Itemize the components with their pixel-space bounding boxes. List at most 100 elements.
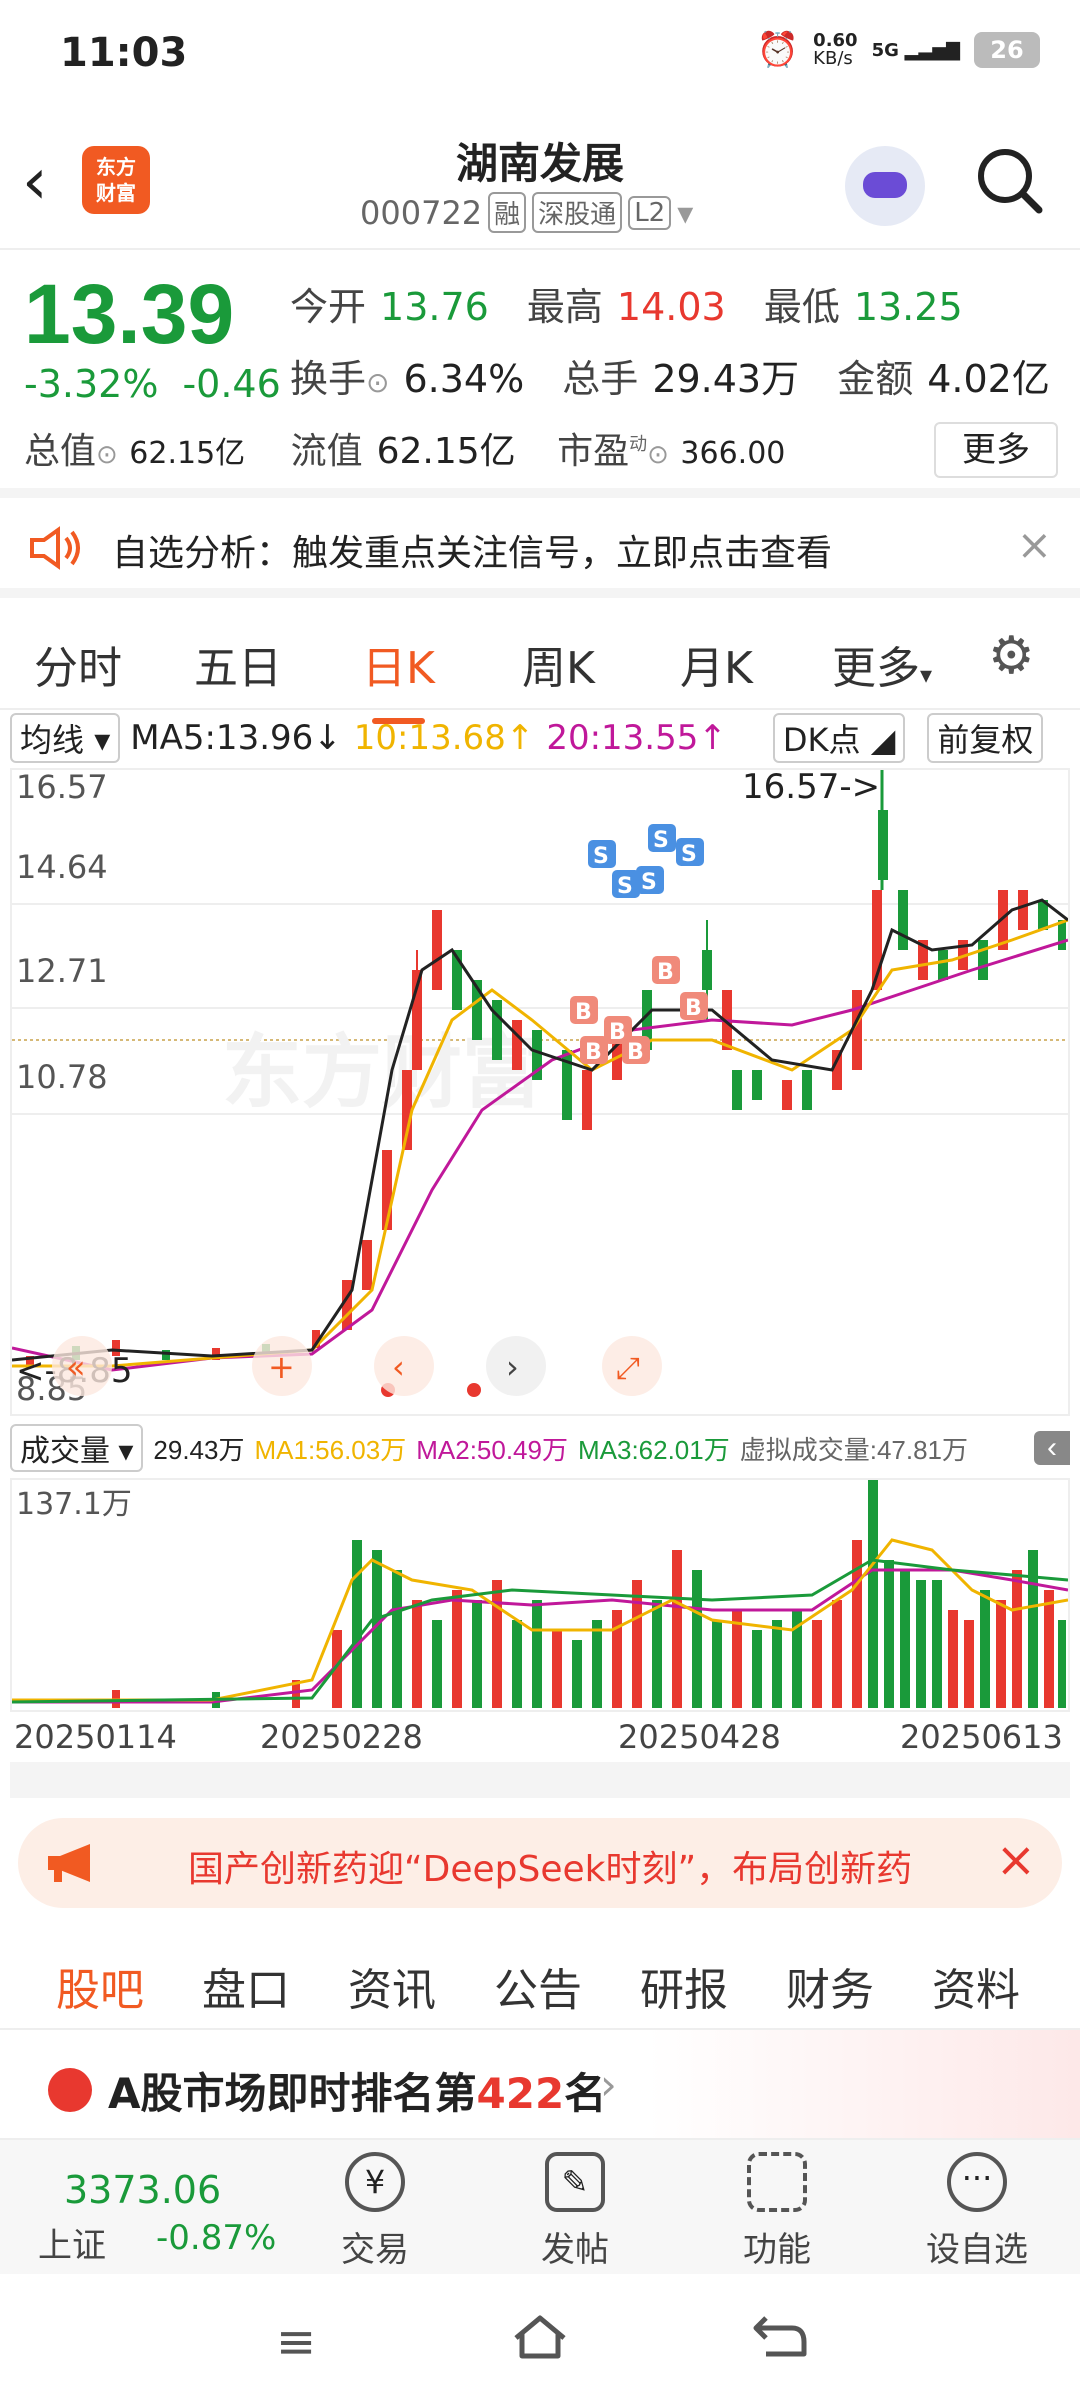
edit-icon: ✎ <box>545 2152 605 2212</box>
svg-text:S: S <box>681 842 697 867</box>
tab-news[interactable]: 资讯 <box>348 1954 436 2018</box>
signal-icon: 5G ▂▃▅▇ <box>871 39 960 61</box>
tab-announcements[interactable]: 公告 <box>494 1954 582 2018</box>
megaphone-icon <box>48 1844 90 1882</box>
function-button[interactable]: 功能 <box>712 2152 842 2271</box>
y-label-2: 14.64 <box>16 848 108 886</box>
market-rank[interactable]: A股市场即时排名第422名 › <box>0 2030 1080 2138</box>
back-nav-icon[interactable] <box>752 2314 808 2360</box>
grid-icon <box>747 2152 807 2212</box>
svg-text:B: B <box>685 996 702 1021</box>
ma5-line <box>11 898 1069 1362</box>
ma5-value: MA5:13.96↓ <box>130 718 342 758</box>
connect-tag: 深股通 <box>532 192 623 233</box>
info-icon: ⊙ <box>96 440 118 470</box>
svg-text:S: S <box>641 870 657 895</box>
last-price: 13.39 <box>24 267 235 361</box>
more-quote-button[interactable]: 更多 <box>934 422 1058 478</box>
bottom-bar: 3373.06 上证 -0.87% ¥ 交易 ✎ 发帖 功能 ··· 设自选 <box>0 2138 1080 2274</box>
tab-monthly-k[interactable]: 月K <box>680 632 753 696</box>
candles <box>26 770 1066 1366</box>
ma10-line <box>12 918 1069 1368</box>
alert-text: 自选分析：触发重点关注信号，立即点击查看 <box>112 533 833 574</box>
tab-profile[interactable]: 资料 <box>932 1954 1020 2018</box>
ma20-line <box>11 938 1069 1372</box>
info-icon: ⊙ <box>366 366 390 399</box>
margin-tag: 融 <box>488 192 527 233</box>
svg-text:B: B <box>585 1040 602 1065</box>
kline-chart[interactable]: 东方财富 S S S S S B B B B B B 16.57 14.64 1… <box>10 767 1070 1416</box>
tab-daily-k[interactable]: 日K <box>362 632 435 724</box>
menu-icon[interactable]: ≡ <box>276 2314 316 2370</box>
trade-button[interactable]: ¥ 交易 <box>310 2152 440 2271</box>
gear-icon[interactable]: ⚙ <box>988 626 1035 686</box>
home-icon[interactable] <box>510 2312 570 2362</box>
max-price-marker: 16.57-> <box>742 770 880 807</box>
ma-legend: 均线 ▾ MA5:13.96↓ 10:13.68↑ 20:13.55↑ DK点 … <box>10 712 1070 764</box>
change-percent: -3.32% <box>24 362 159 406</box>
zoom-in-icon: + <box>268 1348 295 1386</box>
tab-orderbook[interactable]: 盘口 <box>202 1954 290 2018</box>
quote-panel: 13.39 -3.32% -0.46 今开 13.76 最高 14.03 最低 13.2… <box>0 252 1080 498</box>
svg-text:S: S <box>617 874 633 899</box>
tab-research[interactable]: 研报 <box>640 1954 728 2018</box>
tab-forum[interactable]: 股吧 <box>56 1954 144 2042</box>
tab-intraday[interactable]: 分时 <box>34 632 122 696</box>
date-label: 20250428 <box>618 1718 781 1756</box>
volume-chart[interactable]: 137.1万 <box>10 1478 1070 1712</box>
svg-text:B: B <box>575 1000 592 1025</box>
speaker-icon <box>30 526 80 570</box>
stock-code-line[interactable]: 000722 融 深股通 L2 ▾ <box>360 192 693 233</box>
tab-weekly-k[interactable]: 周K <box>522 632 595 696</box>
content-tabs: 股吧 盘口 资讯 公告 研报 财务 资料 <box>0 1926 1080 2042</box>
fullscreen-icon: ⤢ <box>616 1351 640 1386</box>
volume-selector[interactable]: 成交量 ▾ <box>10 1424 144 1472</box>
add-watchlist-button[interactable]: ··· 设自选 <box>912 2152 1042 2271</box>
volume-max-label: 137.1万 <box>16 1487 132 1522</box>
y-label-4: 10.78 <box>16 1058 108 1096</box>
tab-five-day[interactable]: 五日 <box>194 632 282 696</box>
analysis-alert[interactable]: 自选分析：触发重点关注信号，立即点击查看 × <box>0 498 1080 598</box>
ma20-value: 20:13.55↑ <box>546 718 727 758</box>
level2-tag: L2 <box>628 195 672 230</box>
post-button[interactable]: ✎ 发帖 <box>510 2152 640 2271</box>
y-label-max: 16.57 <box>16 770 108 806</box>
next-icon: › <box>506 1348 519 1386</box>
prev-icon: ‹ <box>392 1348 405 1386</box>
battery-icon: 26 <box>974 32 1040 68</box>
system-nav: ≡ <box>0 2274 1080 2400</box>
svg-text:S: S <box>593 844 609 869</box>
volume-legend: 成交量 ▾ 29.43万 MA1:56.03万 MA2:50.49万 MA3:6… <box>10 1420 1070 1476</box>
adjust-button[interactable]: 前复权 <box>927 713 1044 763</box>
quote-row-3: 总值⊙ 62.15亿 流值 62.15亿 市盈动⊙ 366.00 <box>24 431 786 472</box>
stock-header: ‹ 东方 财富 湖南发展 000722 融 深股通 L2 ▾ <box>0 110 1080 250</box>
alarm-icon: ⏰ <box>756 30 800 70</box>
quote-row-2: 换手⊙ 6.34% 总手 29.43万 金额 4.02亿 <box>290 357 1050 401</box>
fast-back-icon: « <box>66 1348 86 1386</box>
ma10-value: 10:13.68↑ <box>353 718 535 758</box>
collapse-icon[interactable]: ‹ <box>1034 1431 1070 1465</box>
assistant-robot-icon[interactable] <box>845 146 925 226</box>
close-icon[interactable]: × <box>996 1832 1036 1888</box>
bar-chart-icon <box>48 2068 92 2112</box>
search-icon[interactable] <box>975 146 1045 216</box>
indicator-selector[interactable]: 均线 ▾ <box>10 713 121 763</box>
tab-more[interactable]: 更多▾ <box>832 632 932 696</box>
svg-text:S: S <box>653 828 669 853</box>
more-icon: ··· <box>947 2152 1007 2212</box>
close-icon[interactable]: × <box>1017 520 1052 569</box>
period-tabs: 分时 五日 日K 周K 月K 更多▾ ⚙ <box>0 598 1080 724</box>
price-change: -3.32% -0.46 <box>24 362 305 406</box>
svg-text:B: B <box>657 960 674 985</box>
status-bar: 11:03 ⏰ 0.60 KB/s 5G ▂▃▅▇ 26 <box>0 0 1080 110</box>
promo-banner[interactable]: 国产创新药迎“DeepSeek时刻”，布局创新药 × <box>18 1818 1062 1908</box>
y-label-3: 12.71 <box>16 952 108 990</box>
quote-row-1: 今开 13.76 最高 14.03 最低 13.25 <box>290 285 963 329</box>
divider <box>10 1762 1070 1798</box>
dk-point-button[interactable]: DK点 ◢ <box>772 713 906 763</box>
date-label: 20250228 <box>260 1718 423 1756</box>
svg-text:B: B <box>627 1040 644 1065</box>
rank-text: A股市场即时排名第422名 <box>108 2069 607 2118</box>
tab-finance[interactable]: 财务 <box>786 1954 874 2018</box>
chevron-down-icon: ▾ <box>677 193 694 232</box>
